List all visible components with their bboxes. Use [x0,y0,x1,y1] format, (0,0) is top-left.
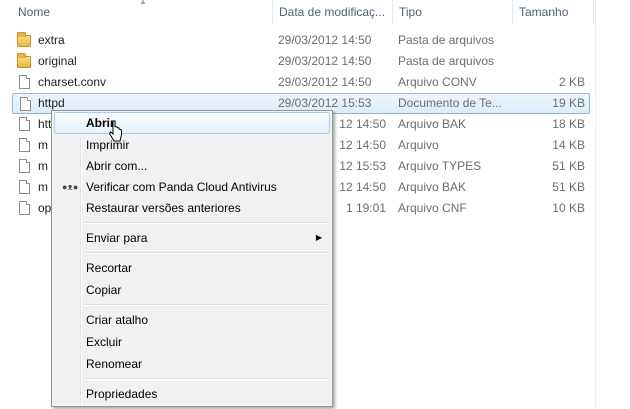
menu-separator [84,304,328,306]
menu-separator [84,222,328,224]
file-name: m [38,180,48,194]
file-size: 51 KB [552,180,585,194]
file-name: m [38,138,48,152]
column-header-bar: ▲ Nome Data de modificaç... Tipo Tamanho [0,0,595,24]
menu-item-delete[interactable]: Excluir [54,331,330,353]
file-size: 18 KB [552,117,585,131]
column-divider[interactable] [593,0,594,24]
folder-icon [17,53,31,68]
file-size: 14 KB [552,138,585,152]
file-icon [19,138,30,152]
menu-item-restore-versions[interactable]: Restaurar versões anteriores [54,197,330,219]
file-size: 10 KB [552,201,585,215]
file-size [517,51,585,72]
file-name: extra [38,33,65,47]
menu-item-send-to[interactable]: Enviar para ▶ [54,227,330,249]
column-header-name[interactable]: Nome [12,0,272,24]
file-name: original [38,54,77,68]
menu-separator [84,378,328,380]
file-name: charset.conv [38,75,107,89]
file-size: 2 KB [558,75,585,89]
file-type: Arquivo BAK [398,180,467,194]
menu-item-create-shortcut[interactable]: Criar atalho [54,309,330,331]
file-size: 19 KB [552,96,585,110]
menu-item-send-to-label: Enviar para [86,231,148,245]
menu-item-open-with[interactable]: Abrir com... [54,155,330,177]
menu-separator [84,252,328,254]
file-type: Arquivo BAK [398,117,467,131]
vertical-scrollbar[interactable] [595,0,630,409]
file-name: htt [38,117,52,131]
file-date: 29/03/2012 14:50 [278,33,372,47]
file-icon [19,180,30,194]
file-icon [20,97,31,111]
panda-antivirus-icon: ●ᴥ● [62,182,79,192]
file-icon [19,159,30,173]
file-name: op [38,201,52,215]
menu-item-properties[interactable]: Propriedades [54,383,330,405]
file-type: Pasta de arquivos [398,54,495,68]
file-type: Arquivo [398,138,439,152]
menu-item-rename[interactable]: Renomear [54,353,330,375]
file-row[interactable]: charset.conv 29/03/2012 14:50 Arquivo CO… [12,72,590,93]
column-header-type[interactable]: Tipo [393,0,512,24]
menu-item-antivirus-label: Verificar com Panda Cloud Antivirus [86,180,277,194]
file-date: 29/03/2012 14:50 [278,54,372,68]
file-icon [19,117,30,131]
file-size [517,30,585,51]
folder-icon [17,32,31,47]
context-menu: Abrir Imprimir Abrir com... ●ᴥ● Verifica… [51,110,333,407]
menu-item-cut[interactable]: Recortar [54,257,330,279]
file-type: Arquivo TYPES [398,159,482,173]
column-header-size[interactable]: Tamanho [513,0,593,24]
file-type: Arquivo CONV [398,75,477,89]
file-type: Documento de Te... [398,96,502,110]
menu-item-print[interactable]: Imprimir [54,134,330,156]
file-name: m [38,159,48,173]
mouse-cursor-icon [109,120,122,142]
file-type: Pasta de arquivos [398,33,495,47]
submenu-arrow-icon: ▶ [315,233,322,242]
file-size: 51 KB [552,159,585,173]
column-header-date[interactable]: Data de modificaç... [273,0,392,24]
file-icon [19,201,30,215]
file-icon [19,75,30,89]
file-row[interactable]: original 29/03/2012 14:50 Pasta de arqui… [12,51,590,72]
menu-item-open[interactable]: Abrir [54,112,330,134]
file-row[interactable]: extra 29/03/2012 14:50 Pasta de arquivos [12,30,590,51]
file-type: Arquivo CNF [398,201,467,215]
menu-item-copy[interactable]: Copiar [54,279,330,301]
file-date: 29/03/2012 14:50 [278,75,372,89]
menu-item-antivirus[interactable]: ●ᴥ● Verificar com Panda Cloud Antivirus [54,176,330,198]
